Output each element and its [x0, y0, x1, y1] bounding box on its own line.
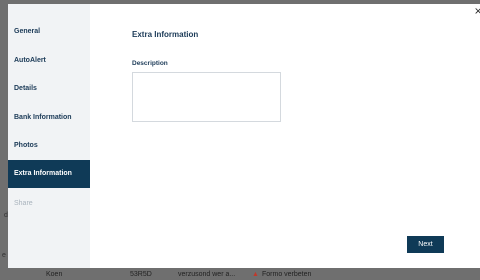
- page-title: Extra Information: [132, 30, 199, 39]
- background-cell: Formo verbeten: [262, 271, 312, 278]
- close-icon[interactable]: ×: [474, 6, 480, 17]
- background-cell: verzusond wer a...: [178, 271, 236, 278]
- sidebar-item-bank-information[interactable]: Bank Information: [8, 104, 90, 132]
- wizard-sidebar: General AutoAlert Details Bank Informati…: [8, 4, 90, 268]
- wizard-modal: General AutoAlert Details Bank Informati…: [8, 4, 480, 268]
- description-label: Description: [132, 60, 168, 67]
- sidebar-item-extra-information[interactable]: Extra Information: [8, 160, 90, 188]
- background-table-row: Koen 53R5D verzusond wer a... ▲ Formo ve…: [0, 268, 480, 280]
- sidebar-item-autoalert[interactable]: AutoAlert: [8, 47, 90, 75]
- background-fragment-e: e: [2, 252, 6, 259]
- description-field[interactable]: [132, 72, 281, 122]
- sidebar-item-details[interactable]: Details: [8, 75, 90, 103]
- background-cell: 53R5D: [130, 271, 152, 278]
- sidebar-item-photos[interactable]: Photos: [8, 132, 90, 160]
- next-button[interactable]: Next: [407, 236, 444, 253]
- sidebar-item-share: Share: [14, 200, 33, 207]
- background-cell: Koen: [46, 271, 63, 278]
- sidebar-item-general[interactable]: General: [8, 18, 90, 46]
- warning-icon: ▲: [252, 271, 259, 278]
